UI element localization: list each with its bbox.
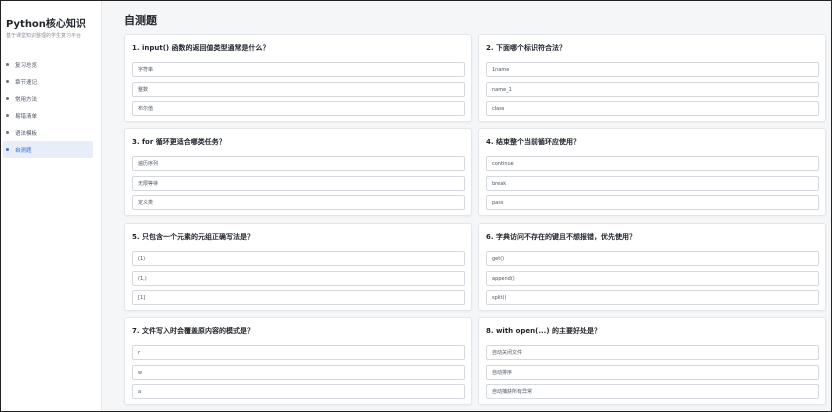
sidebar-nav: 复习总览 章节速记 常用方法 易错清单 语法模板 自测题 [1,56,101,158]
answer-option[interactable]: split() [486,290,819,305]
answer-option[interactable]: (1) [132,251,465,266]
option-label: 定义类 [138,200,154,206]
option-label: 自动捕获所有异常 [492,389,533,395]
question-card-4: 4. 结束整个当前循环应使用？ continue break pass [478,128,826,216]
app-window: Python核心知识 基于课堂知识整理的学生复习平台 复习总览 章节速记 常用方… [0,0,832,412]
answer-option[interactable]: get() [486,251,819,266]
answer-option[interactable]: 自动捕获所有异常 [486,384,819,399]
answer-option[interactable]: class [486,101,819,116]
option-label: name_1 [492,86,512,93]
option-label: 自动关闭文件 [492,350,523,356]
question-title: 3. for 循环更适合哪类任务？ [132,138,226,146]
answer-option[interactable]: a [132,384,465,399]
option-label: 遍历序列 [138,161,159,167]
option-label: get() [492,255,505,262]
question-card-5: 5. 只包含一个元素的元组正确写法是？ (1) (1,) [1] [124,223,472,311]
page-title: 自测题 [124,14,157,27]
option-label: 自动排序 [492,370,513,376]
question-title: 2. 下面哪个标识符合法？ [486,44,566,52]
answer-option[interactable]: r [132,345,465,360]
sidebar-item-label: 易错清单 [15,113,38,120]
main-content: 自测题 1. input() 函数的返回值类型通常是什么？ 字符串 整数 布尔值… [102,1,831,411]
option-label: split() [492,294,507,301]
question-card-3: 3. for 循环更适合哪类任务？ 遍历序列 无限等待 定义类 [124,128,472,216]
app-subtitle: 基于课堂知识整理的学生复习平台 [6,33,82,39]
sidebar-item-common-methods[interactable]: 常用方法 [3,90,93,107]
answer-option[interactable]: 自动排序 [486,365,819,380]
option-label: 字符串 [138,67,154,73]
option-label: 整数 [138,87,149,93]
sidebar-item-label: 自测题 [15,147,32,154]
bullet-icon [6,131,9,134]
answer-option[interactable]: pass [486,195,819,210]
question-title: 7. 文件写入时会覆盖原内容的模式是？ [132,327,254,335]
sidebar-item-label: 常用方法 [15,96,38,103]
option-label: r [138,349,141,356]
answer-option[interactable]: 字符串 [132,62,465,77]
answer-option[interactable]: 无限等待 [132,176,465,191]
question-card-1: 1. input() 函数的返回值类型通常是什么？ 字符串 整数 布尔值 [124,34,472,122]
bullet-icon [6,148,9,151]
answer-option[interactable]: 1name [486,62,819,77]
answer-option[interactable]: append() [486,271,819,286]
answer-option[interactable]: 布尔值 [132,101,465,116]
option-label: append() [492,275,515,282]
answer-option[interactable]: continue [486,156,819,171]
answer-option[interactable]: 自动关闭文件 [486,345,819,360]
answer-option[interactable]: break [486,176,819,191]
option-label: pass [492,199,504,206]
option-label: (1,) [138,275,147,282]
question-title: 4. 结束整个当前循环应使用？ [486,138,580,146]
answer-option[interactable]: (1,) [132,271,465,286]
bullet-icon [6,63,9,66]
option-label: break [492,180,507,187]
sidebar-item-label: 复习总览 [15,62,38,69]
question-card-6: 6. 字典访问不存在的键且不想报错，优先使用？ get() append() s… [478,223,826,311]
option-label: w [138,369,143,376]
app-title: Python核心知识 [6,19,86,30]
option-label: 无限等待 [138,181,159,187]
sidebar-item-label: 章节速记 [15,79,38,86]
question-card-7: 7. 文件写入时会覆盖原内容的模式是？ r w a [124,317,472,405]
sidebar-item-label: 语法模板 [15,130,38,137]
option-label: continue [492,160,514,167]
sidebar-item-mistakes[interactable]: 易错清单 [3,107,93,124]
option-label: (1) [138,255,146,262]
question-card-8: 8. with open(...) 的主要好处是？ 自动关闭文件 自动排序 自动… [478,317,826,405]
question-title: 1. input() 函数的返回值类型通常是什么？ [132,44,270,52]
answer-option[interactable]: [1] [132,290,465,305]
sidebar-item-syntax-templates[interactable]: 语法模板 [3,124,93,141]
question-card-2: 2. 下面哪个标识符合法？ 1name name_1 class [478,34,826,122]
answer-option[interactable]: 定义类 [132,195,465,210]
option-label: class [492,105,505,112]
option-label: 1name [492,66,510,73]
question-title: 5. 只包含一个元素的元组正确写法是？ [132,233,254,241]
bullet-icon [6,80,9,83]
answer-option[interactable]: w [132,365,465,380]
option-label: 布尔值 [138,106,154,112]
question-title: 6. 字典访问不存在的键且不想报错，优先使用？ [486,233,636,241]
answer-option[interactable]: name_1 [486,82,819,97]
sidebar-item-self-test[interactable]: 自测题 [3,141,93,158]
answer-option[interactable]: 整数 [132,82,465,97]
sidebar: Python核心知识 基于课堂知识整理的学生复习平台 复习总览 章节速记 常用方… [1,1,102,411]
sidebar-item-overview[interactable]: 复习总览 [3,56,93,73]
answer-option[interactable]: 遍历序列 [132,156,465,171]
bullet-icon [6,97,9,100]
bullet-icon [6,114,9,117]
option-label: a [138,388,142,395]
question-title: 8. with open(...) 的主要好处是？ [486,327,601,335]
sidebar-item-chapter-notes[interactable]: 章节速记 [3,73,93,90]
option-label: [1] [138,294,146,301]
